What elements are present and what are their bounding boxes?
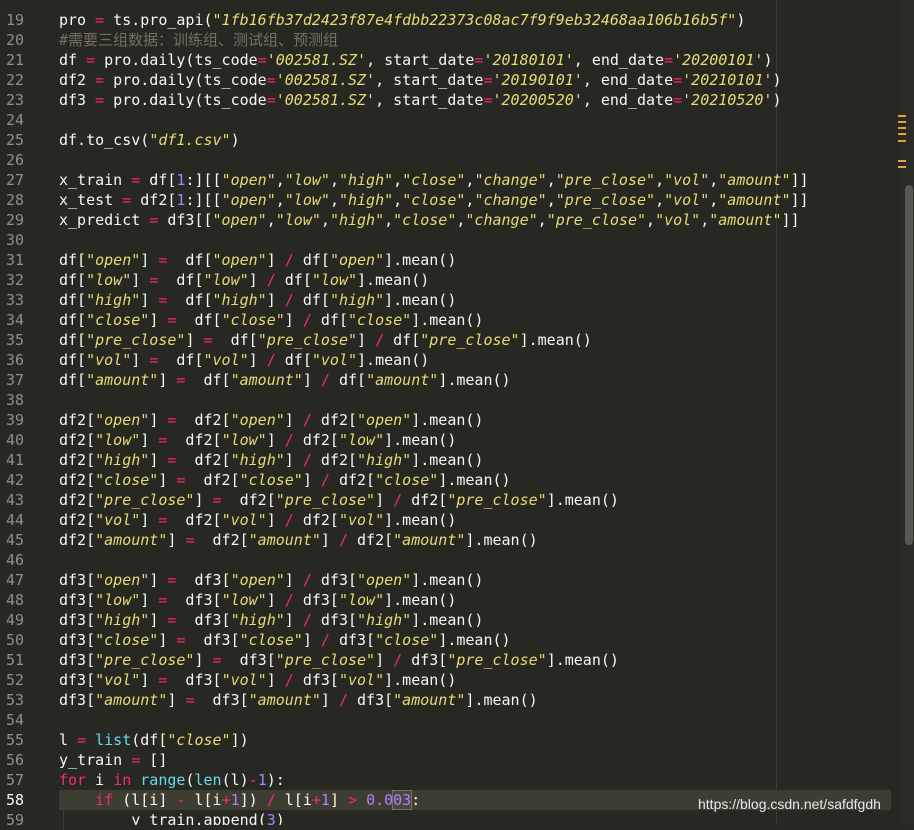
line-number: 43 bbox=[5, 491, 24, 509]
code-line[interactable]: y_train = [] bbox=[59, 750, 167, 770]
code-line[interactable]: df2["low"] = df2["low"] / df2["low"].mea… bbox=[59, 430, 456, 450]
code-line[interactable]: if (l[i] - l[i+1]) / l[i+1] > 0.003: bbox=[59, 790, 420, 810]
code-line[interactable]: df3["low"] = df3["low"] / df3["low"].mea… bbox=[59, 590, 456, 610]
line-number: 50 bbox=[5, 631, 24, 649]
code-area[interactable]: pro = ts.pro_api("1fb16fb37d2423f87e4fdb… bbox=[59, 0, 907, 825]
line-number: 55 bbox=[5, 731, 24, 749]
minimap-marker bbox=[898, 160, 906, 162]
minimap-marker bbox=[898, 140, 906, 142]
line-number: 51 bbox=[5, 651, 24, 669]
code-line[interactable]: df["vol"] = df["vol"] / df["vol"].mean() bbox=[59, 350, 429, 370]
code-line[interactable]: df3["vol"] = df3["vol"] / df3["vol"].mea… bbox=[59, 670, 456, 690]
indent-guide bbox=[63, 790, 64, 830]
line-number: 36 bbox=[5, 351, 24, 369]
code-line[interactable]: df3["amount"] = df3["amount"] / df3["amo… bbox=[59, 690, 538, 710]
code-editor[interactable]: 19 20 21 22 23 24 25 26 27 28 29 30 31 32 33 34 35 36 37 38… bbox=[0, 0, 914, 830]
code-line[interactable]: #需要三组数据：训练组、测试组、预测组 bbox=[59, 30, 338, 50]
code-line[interactable]: df["low"] = df["low"] / df["low"].mean() bbox=[59, 270, 429, 290]
line-number: 59 bbox=[5, 811, 24, 829]
code-line[interactable]: df2["amount"] = df2["amount"] / df2["amo… bbox=[59, 530, 538, 550]
watermark-text: https://blog.csdn.net/safdfgdh bbox=[698, 796, 881, 812]
code-line[interactable]: df2["close"] = df2["close"] / df2["close… bbox=[59, 470, 511, 490]
line-number: 52 bbox=[5, 671, 24, 689]
line-number: 47 bbox=[5, 571, 24, 589]
minimap-marker bbox=[898, 121, 906, 123]
line-number: 35 bbox=[5, 331, 24, 349]
code-line[interactable]: l = list(df["close"]) bbox=[59, 730, 249, 750]
code-line[interactable]: x_predict = df3[["open","low","high","cl… bbox=[59, 210, 800, 230]
code-line[interactable]: pro = ts.pro_api("1fb16fb37d2423f87e4fdb… bbox=[59, 10, 745, 30]
line-number: 34 bbox=[5, 311, 24, 329]
line-number: 44 bbox=[5, 511, 24, 529]
code-line[interactable]: df3 = pro.daily(ts_code='002581.SZ', sta… bbox=[59, 90, 782, 110]
code-line[interactable]: df2["vol"] = df2["vol"] / df2["vol"].mea… bbox=[59, 510, 456, 530]
vertical-scrollbar[interactable] bbox=[902, 0, 914, 825]
line-number: 25 bbox=[5, 131, 24, 149]
line-number: 29 bbox=[5, 211, 24, 229]
scrollbar-thumb[interactable] bbox=[905, 185, 913, 545]
minimap-marker bbox=[898, 166, 906, 168]
line-number: 32 bbox=[5, 271, 24, 289]
code-line[interactable]: df["open"] = df["open"] / df["open"].mea… bbox=[59, 250, 456, 270]
code-line[interactable]: df2["open"] = df2["open"] / df2["open"].… bbox=[59, 410, 483, 430]
code-line[interactable]: df3["close"] = df3["close"] / df3["close… bbox=[59, 630, 511, 650]
code-line[interactable]: df["close"] = df["close"] / df["close"].… bbox=[59, 310, 483, 330]
line-number: 19 bbox=[5, 11, 24, 29]
line-number: 30 bbox=[5, 231, 24, 249]
line-number: 38 bbox=[5, 391, 24, 409]
line-number: 39 bbox=[5, 411, 24, 429]
code-line[interactable]: df2 = pro.daily(ts_code='002581.SZ', sta… bbox=[59, 70, 782, 90]
line-number: 56 bbox=[5, 751, 24, 769]
code-line[interactable]: df3["pre_close"] = df3["pre_close"] / df… bbox=[59, 650, 619, 670]
code-line[interactable]: df3["open"] = df3["open"] / df3["open"].… bbox=[59, 570, 483, 590]
line-number: 53 bbox=[5, 691, 24, 709]
code-line[interactable]: y_train.append(3) bbox=[59, 810, 285, 825]
line-number: 33 bbox=[5, 291, 24, 309]
code-line[interactable]: x_test = df2[1:][["open","low","high","c… bbox=[59, 190, 809, 210]
code-line[interactable]: df2["pre_close"] = df2["pre_close"] / df… bbox=[59, 490, 619, 510]
code-line[interactable]: for i in range(len(l)-1): bbox=[59, 770, 285, 790]
line-number-gutter: 19 20 21 22 23 24 25 26 27 28 29 30 31 32 33 34 35 36 37 38… bbox=[0, 0, 40, 829]
line-number: 58 bbox=[5, 791, 24, 809]
line-number: 49 bbox=[5, 611, 24, 629]
line-number: 27 bbox=[5, 171, 24, 189]
line-number: 22 bbox=[5, 71, 24, 89]
line-number: 24 bbox=[5, 111, 24, 129]
code-line[interactable]: df3["high"] = df3["high"] / df3["high"].… bbox=[59, 610, 483, 630]
code-line[interactable]: df["amount"] = df["amount"] / df["amount… bbox=[59, 370, 511, 390]
minimap-marker bbox=[898, 115, 906, 117]
line-number: 45 bbox=[5, 531, 24, 549]
code-line[interactable]: df["pre_close"] = df["pre_close"] / df["… bbox=[59, 330, 592, 350]
line-number: 23 bbox=[5, 91, 24, 109]
code-line[interactable]: df.to_csv("df1.csv") bbox=[59, 130, 240, 150]
line-number: 46 bbox=[5, 551, 24, 569]
line-number: 42 bbox=[5, 471, 24, 489]
code-line[interactable]: df2["high"] = df2["high"] / df2["high"].… bbox=[59, 450, 483, 470]
line-number: 54 bbox=[5, 711, 24, 729]
line-number: 57 bbox=[5, 771, 24, 789]
line-number: 20 bbox=[5, 31, 24, 49]
line-number: 28 bbox=[5, 191, 24, 209]
minimap-marker bbox=[898, 133, 906, 135]
line-number: 41 bbox=[5, 451, 24, 469]
line-number: 40 bbox=[5, 431, 24, 449]
line-number: 37 bbox=[5, 371, 24, 389]
code-line[interactable]: x_train = df[1:][["open","low","high","c… bbox=[59, 170, 809, 190]
code-line[interactable]: df["high"] = df["high"] / df["high"].mea… bbox=[59, 290, 456, 310]
minimap-marker bbox=[898, 127, 906, 129]
line-number: 48 bbox=[5, 591, 24, 609]
line-number: 26 bbox=[5, 151, 24, 169]
line-number: 31 bbox=[5, 251, 24, 269]
code-line[interactable]: df = pro.daily(ts_code='002581.SZ', star… bbox=[59, 50, 772, 70]
line-number: 21 bbox=[5, 51, 24, 69]
